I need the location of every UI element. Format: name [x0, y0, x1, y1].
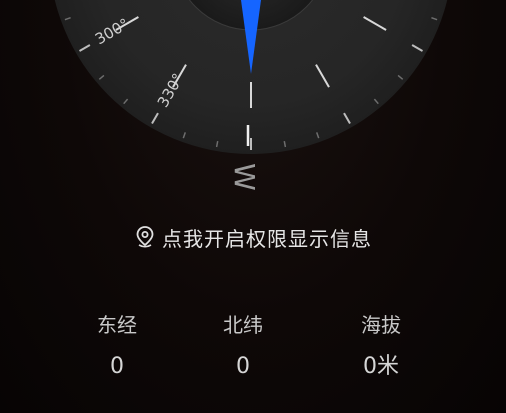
longitude-label: 东经	[97, 313, 137, 337]
altitude-label: 海拔	[361, 313, 401, 337]
latitude-label: 北纬	[223, 313, 263, 337]
location-pin-icon	[134, 225, 156, 249]
latitude-block: 北纬 0	[183, 308, 303, 382]
permission-prompt[interactable]: 点我开启权限显示信息	[0, 222, 506, 252]
longitude-value: 0	[110, 354, 124, 379]
longitude-block: 东经 0	[57, 308, 177, 382]
direction-letter: W	[228, 163, 261, 191]
compass-dial: 330°300°270°240°210° W	[54, 0, 448, 191]
permission-text: 点我开启权限显示信息	[162, 226, 372, 251]
altitude-block: 海拔 0米	[321, 308, 441, 382]
altitude-value: 0米	[363, 354, 399, 379]
latitude-value: 0	[236, 354, 250, 379]
